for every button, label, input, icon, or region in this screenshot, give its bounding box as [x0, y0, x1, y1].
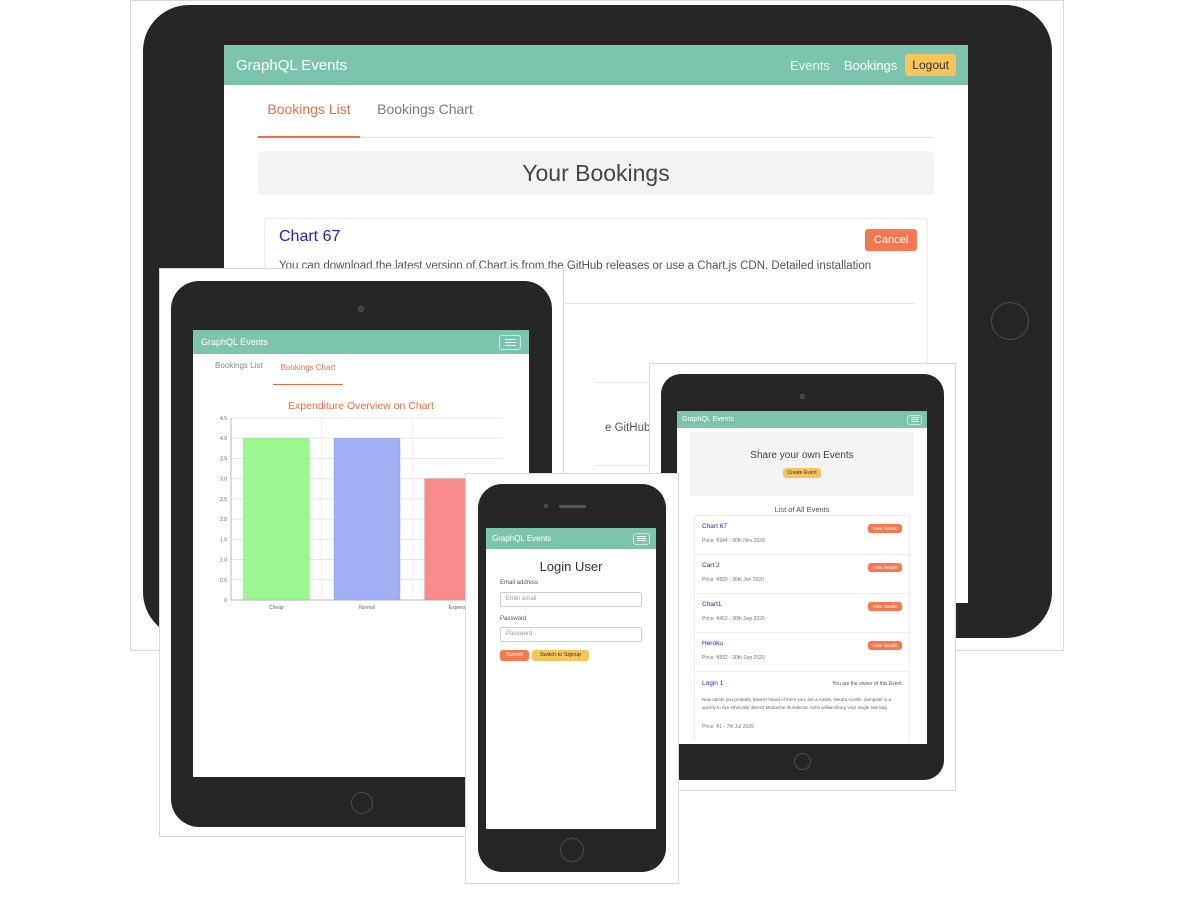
owner-event-name[interactable]: Login 1	[702, 680, 723, 687]
event-meta: Price: ₹453 - 30th Sep 2020	[702, 616, 765, 622]
owner-event-description: Now admin you probably haven't heard of …	[702, 697, 891, 710]
page-title: Your Bookings	[522, 160, 670, 186]
tab-bookings-list[interactable]: Bookings List	[258, 85, 360, 138]
event-name[interactable]: Chart1	[702, 601, 722, 608]
event-item: Chart 67 Price: ₹344 - 30th Nov 2020 Vie…	[695, 516, 909, 555]
email-label: Email address	[500, 580, 539, 586]
logout-button[interactable]: Logout	[905, 54, 956, 76]
email-field[interactable]: Enter email	[500, 592, 642, 607]
tab-bookings-chart[interactable]: Bookings Chart	[374, 85, 476, 138]
chart-y-tick-label: 1.5	[220, 537, 227, 543]
password-label: Password	[500, 616, 527, 622]
left-tab-bookings-list[interactable]: Bookings List	[215, 361, 263, 370]
chart-y-tick-label: 4.0	[220, 436, 227, 442]
right-screen: GraphQL Events Share your own Events Cre…	[677, 411, 927, 744]
chart-y-tick-label: 3.5	[220, 456, 227, 462]
password-field[interactable]: Password	[500, 627, 642, 642]
chart-x-tick-label: Expensi	[449, 605, 467, 611]
phone-speaker	[559, 505, 586, 508]
left-menu-icon[interactable]	[499, 334, 521, 350]
share-hero-title: Share your own Events	[750, 450, 854, 461]
left-chart-title: Expenditure Overview on Chart	[288, 400, 434, 412]
view-details-button[interactable]: View Details	[868, 563, 902, 572]
chart-y-tick-label: 1.0	[220, 558, 227, 564]
owner-event-meta: Price: ₹1 - 7th Jul 2020	[702, 724, 754, 730]
view-details-button[interactable]: View Details	[868, 641, 902, 650]
event-item: Cart 2 Price: ₹830 - 30th Jun 2020 View …	[695, 555, 909, 594]
chart-bar	[242, 437, 310, 601]
main-tablet-home-button	[991, 302, 1029, 340]
right-tablet-camera	[800, 394, 805, 399]
phone-brand[interactable]: GraphQL Events	[492, 534, 551, 543]
event-meta: Price: ₹832 - 30th Sep 2020	[702, 655, 765, 661]
events-list: Chart 67 Price: ₹344 - 30th Nov 2020 Vie…	[694, 515, 910, 741]
event-meta: Price: ₹344 - 30th Nov 2020	[702, 538, 765, 544]
login-heading: Login User	[539, 559, 603, 574]
left-navbar: GraphQL Events	[193, 330, 529, 354]
main-navbar: GraphQL Events Events Bookings Logout	[224, 45, 968, 85]
event-item: Heroku Price: ₹832 - 30th Sep 2020 View …	[695, 633, 909, 672]
bookings-heading-box: Your Bookings	[258, 151, 934, 195]
view-details-button[interactable]: View Details	[868, 602, 902, 611]
right-menu-icon[interactable]	[907, 414, 922, 425]
chart-y-tick-label: 2.0	[220, 517, 227, 523]
right-navbar: GraphQL Events	[677, 411, 927, 428]
left-brand[interactable]: GraphQL Events	[201, 337, 268, 347]
chart-y-tick-label: 4.5	[220, 416, 227, 422]
left-tab-bookings-chart[interactable]: Bookings Chart	[273, 354, 343, 385]
switch-to-signup-button[interactable]: Switch to Signup	[532, 650, 589, 661]
cancel-button[interactable]: Cancel	[865, 229, 918, 251]
chart-y-tick-label: 2.5	[220, 497, 227, 503]
chart-y-tick-label: 0.5	[220, 578, 227, 584]
booking-title[interactable]: Chart 67	[279, 228, 340, 246]
chart-x-tick-label: Cheap	[269, 605, 284, 611]
share-hero: Share your own Events Create Event	[690, 432, 914, 496]
main-tabs: Bookings List Bookings Chart	[258, 85, 934, 138]
event-name[interactable]: Chart 67	[702, 523, 727, 530]
nav-bookings-link[interactable]: Bookings	[844, 58, 897, 73]
nav-events-link[interactable]: Events	[790, 58, 830, 73]
left-tablet-home-button	[351, 792, 373, 814]
phone-navbar: GraphQL Events	[486, 528, 656, 549]
event-name[interactable]: Cart 2	[702, 562, 720, 569]
event-name[interactable]: Heroku	[702, 640, 723, 647]
phone-screen: GraphQL Events Login User Email address …	[486, 528, 656, 829]
chart-y-tick-label: 0	[224, 598, 227, 604]
event-item: Chart1 Price: ₹453 - 30th Sep 2020 View …	[695, 594, 909, 633]
phone-camera	[544, 504, 548, 508]
right-tablet-home-button	[794, 753, 811, 770]
right-brand[interactable]: GraphQL Events	[682, 416, 734, 423]
chart-y-tick-label: 3.0	[220, 477, 227, 483]
owner-event-item: Login 1 You are the owner of this Event.…	[695, 672, 909, 742]
events-list-title: List of All Events	[774, 505, 830, 514]
view-details-button[interactable]: View Details	[868, 524, 902, 533]
create-event-button[interactable]: Create Event	[783, 468, 821, 478]
submit-button[interactable]: Submit	[500, 650, 529, 661]
left-tablet-camera	[358, 306, 364, 312]
owner-note: You are the owner of this Event.	[832, 681, 903, 687]
password-placeholder: Password	[506, 631, 533, 637]
chart-x-tick-label: Normal	[359, 605, 375, 611]
event-meta: Price: ₹830 - 30th Jun 2020	[702, 577, 764, 583]
phone-menu-icon[interactable]	[633, 532, 650, 545]
email-placeholder: Enter email	[506, 596, 537, 602]
phone-home-button	[560, 838, 584, 862]
main-brand[interactable]: GraphQL Events	[236, 57, 347, 74]
chart-bar	[333, 437, 401, 601]
